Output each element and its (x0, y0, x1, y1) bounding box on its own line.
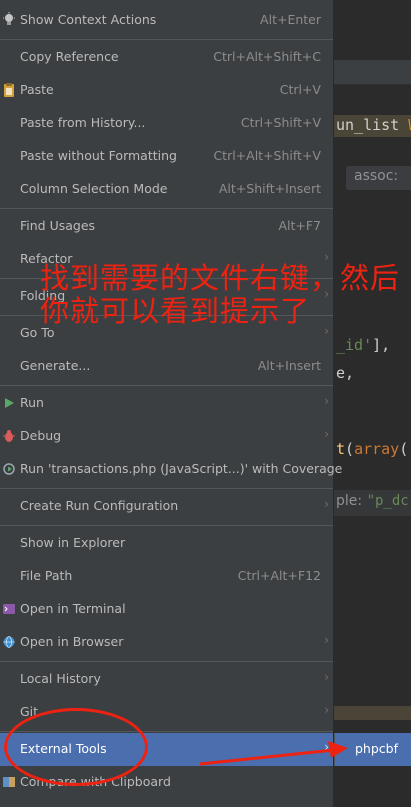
menu-item-copy-reference[interactable]: Copy Reference Ctrl+Alt+Shift+C (0, 41, 333, 74)
menu-separator (0, 208, 333, 209)
chevron-right-icon: › (324, 427, 329, 441)
clipboard-icon (4, 83, 14, 97)
chevron-right-icon: › (324, 394, 329, 408)
menu-separator (0, 525, 333, 526)
parameter-hint-assoc: assoc: (346, 166, 411, 190)
menu-item-local-history[interactable]: Local History › (0, 663, 333, 696)
menu-separator (0, 39, 333, 40)
code-line: e, (336, 364, 355, 382)
menu-item-open-in-browser[interactable]: Open in Browser › (0, 626, 333, 659)
menu-item-find-usages[interactable]: Find Usages Alt+F7 (0, 210, 333, 243)
run-icon (5, 398, 14, 408)
menu-separator (0, 385, 333, 386)
menu-item-paste-without-formatting[interactable]: Paste without Formatting Ctrl+Alt+Shift+… (0, 140, 333, 173)
menu-item-file-path[interactable]: File Path Ctrl+Alt+F12 (0, 560, 333, 593)
menu-item-create-run-configuration[interactable]: Create Run Configuration › (0, 490, 333, 523)
annotation-text: 找到需要的文件右键，然后你就可以看到提示了 (40, 261, 401, 328)
submenu-item-phpcbf[interactable]: phpcbf (335, 733, 411, 766)
menu-separator (0, 488, 333, 489)
menu-item-show-in-explorer[interactable]: Show in Explorer (0, 527, 333, 560)
menu-item-column-selection-mode[interactable]: Column Selection Mode Alt+Shift+Insert (0, 173, 333, 206)
chevron-right-icon: › (324, 633, 329, 647)
menu-item-open-in-terminal[interactable]: Open in Terminal (0, 593, 333, 626)
parameter-hint: ple: "p_dc (330, 490, 411, 516)
menu-item-debug[interactable]: Debug › (0, 420, 333, 453)
code-line: un_list W (336, 116, 411, 134)
editor-tab-strip (334, 60, 411, 85)
menu-item-generate[interactable]: Generate... Alt+Insert (0, 350, 333, 383)
menu-item-run-with-coverage[interactable]: Run 'transactions.php (JavaScript...)' w… (0, 453, 342, 486)
menu-item-run[interactable]: Run › (0, 387, 333, 420)
context-menu: Show Context Actions Alt+Enter Copy Refe… (0, 0, 342, 807)
code-line: _id'], (336, 336, 391, 354)
coverage-icon (3, 463, 15, 475)
lightbulb-icon (3, 12, 15, 25)
menu-separator (0, 661, 333, 662)
external-tools-submenu: phpcbf (334, 733, 411, 766)
menu-item-show-context-actions[interactable]: Show Context Actions Alt+Enter (0, 4, 333, 37)
menu-item-paste-from-history[interactable]: Paste from History... Ctrl+Shift+V (0, 107, 333, 140)
annotation-circle (4, 708, 148, 786)
chevron-right-icon: › (324, 497, 329, 511)
chevron-right-icon: › (324, 670, 329, 684)
chevron-right-icon: › (324, 740, 329, 754)
compare-icon (3, 777, 15, 787)
terminal-icon (3, 604, 15, 614)
menu-item-paste[interactable]: Paste Ctrl+V (0, 74, 333, 107)
chevron-right-icon: › (324, 703, 329, 717)
debug-icon (3, 430, 15, 442)
highlighted-line (334, 706, 411, 720)
code-line: t(array( (336, 440, 409, 458)
globe-icon (3, 636, 15, 648)
